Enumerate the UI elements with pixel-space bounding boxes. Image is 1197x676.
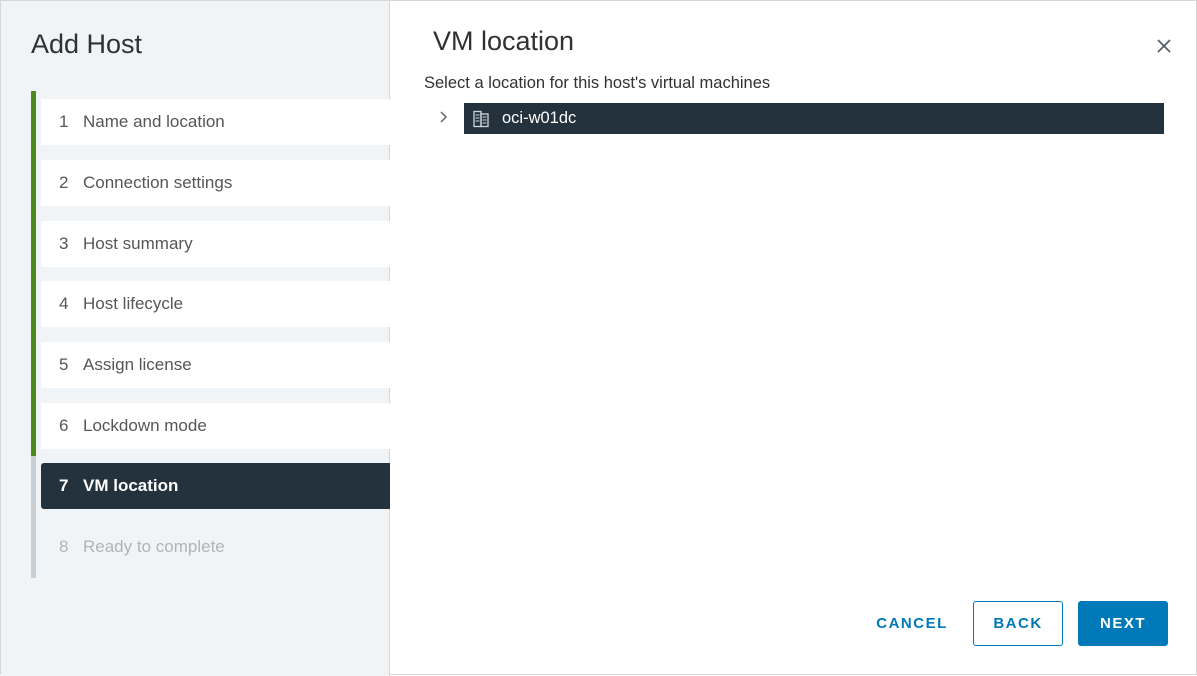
page-title: VM location	[433, 26, 575, 56]
step-label: Lockdown mode	[83, 416, 207, 435]
wizard-sidebar: Add Host 1 Name and location 2 Connectio…	[1, 1, 390, 676]
step-label: Host summary	[83, 234, 193, 253]
step-host-lifecycle[interactable]: 4 Host lifecycle	[41, 281, 390, 327]
progress-track-remaining	[31, 456, 36, 578]
page-subtitle: Select a location for this host's virtua…	[424, 74, 771, 92]
step-name-and-location[interactable]: 1 Name and location	[41, 99, 390, 145]
step-label: Name and location	[83, 112, 225, 131]
step-label: Ready to complete	[83, 537, 225, 556]
step-number: 6	[59, 416, 69, 435]
tree-item-label: oci-w01dc	[502, 109, 577, 127]
next-button[interactable]: NEXT	[1078, 601, 1168, 646]
step-lockdown-mode[interactable]: 6 Lockdown mode	[41, 403, 390, 449]
expand-toggle[interactable]	[437, 109, 451, 125]
step-number: 5	[59, 355, 69, 374]
close-icon	[1157, 39, 1171, 53]
step-connection-settings[interactable]: 2 Connection settings	[41, 160, 390, 206]
cancel-button[interactable]: CANCEL	[863, 601, 961, 646]
close-button[interactable]	[1154, 36, 1174, 56]
wizard-title: Add Host	[31, 29, 143, 59]
step-label: Assign license	[83, 355, 192, 374]
back-button[interactable]: BACK	[973, 601, 1063, 646]
step-number: 4	[59, 294, 69, 313]
step-host-summary[interactable]: 3 Host summary	[41, 221, 390, 267]
tree-item-datacenter[interactable]: oci-w01dc	[464, 103, 1164, 134]
step-ready-to-complete: 8 Ready to complete	[41, 524, 390, 570]
step-label: Connection settings	[83, 173, 233, 192]
step-number: 8	[59, 537, 69, 556]
progress-track-done	[31, 91, 36, 456]
datacenter-icon	[473, 110, 489, 127]
step-number: 1	[59, 112, 69, 131]
step-assign-license[interactable]: 5 Assign license	[41, 342, 390, 388]
add-host-dialog: Add Host 1 Name and location 2 Connectio…	[0, 0, 1197, 676]
step-vm-location[interactable]: 7 VM location	[41, 463, 390, 509]
step-number: 3	[59, 234, 69, 253]
step-label: VM location	[83, 476, 179, 495]
step-number: 2	[59, 173, 69, 192]
step-number: 7	[59, 476, 69, 495]
step-label: Host lifecycle	[83, 294, 184, 313]
chevron-right-icon	[440, 111, 448, 123]
